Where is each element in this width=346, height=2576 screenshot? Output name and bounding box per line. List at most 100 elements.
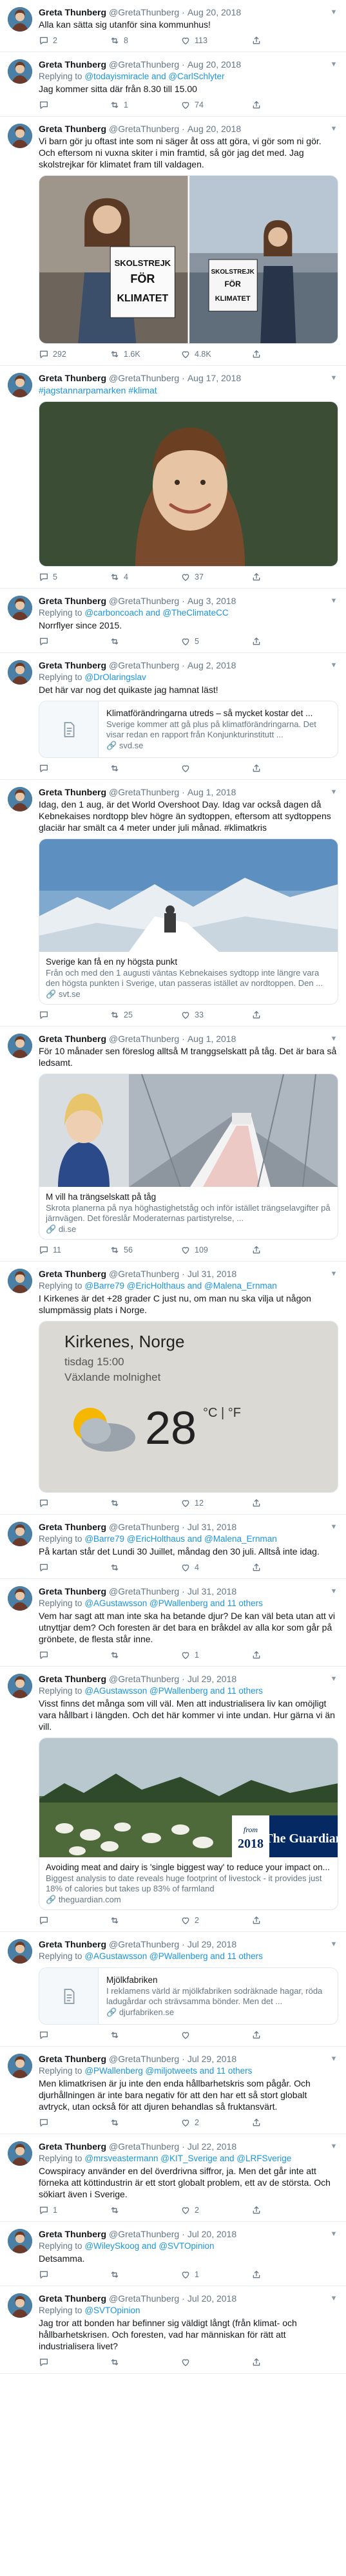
retweet-button[interactable] [110, 2117, 180, 2128]
like-button[interactable]: 2 [180, 2205, 251, 2215]
share-button[interactable] [251, 1915, 262, 1926]
retweet-button[interactable]: 4 [110, 572, 180, 582]
reply-mentions[interactable]: @Barre79 @EricHolthaus and @Malena_Ernma… [84, 1534, 277, 1544]
reply-button[interactable] [39, 2117, 110, 2128]
tweet[interactable]: Greta Thunberg @GretaThunberg · Aug 3, 2018… [0, 589, 346, 653]
chevron-down-icon[interactable]: ▼ [329, 786, 338, 798]
like-button[interactable]: 33 [180, 1010, 251, 1020]
retweet-button[interactable] [110, 636, 180, 647]
reply-mentions[interactable]: @carboncoach and @TheClimateCC [84, 608, 228, 618]
tweet[interactable]: Greta Thunberg @GretaThunberg · Jul 20, 201… [0, 2286, 346, 2374]
author-handle[interactable]: @GretaThunberg [109, 1521, 179, 1533]
tweet-date[interactable]: Aug 1, 2018 [187, 786, 236, 798]
avatar[interactable] [8, 2054, 32, 2078]
reply-mentions[interactable]: @AGustawsson @PWallenberg and 11 others [84, 1598, 263, 1608]
avatar[interactable] [8, 373, 32, 397]
retweet-button[interactable]: 56 [110, 1245, 180, 1255]
tweet-hashtags[interactable]: #jagstannarpamarken #klimat [39, 384, 338, 396]
link-card[interactable]: Sverige kan få en ny högsta punkt Från oc… [39, 838, 338, 1005]
share-button[interactable] [251, 2030, 262, 2040]
author-name[interactable]: Greta Thunberg [39, 59, 106, 70]
tweet[interactable]: Greta Thunberg @GretaThunberg · Aug 20, 201… [0, 0, 346, 52]
author-handle[interactable]: @GretaThunberg [109, 372, 179, 384]
like-button[interactable]: 109 [180, 1245, 251, 1255]
tweet-date[interactable]: Aug 20, 2018 [187, 6, 241, 18]
link-card[interactable]: from 2018 The Guardian Avoiding meat and d… [39, 1738, 338, 1910]
like-button[interactable]: 12 [180, 1498, 251, 1508]
tweet-date[interactable]: Jul 31, 2018 [187, 1586, 236, 1597]
reply-mentions[interactable]: @PWallenberg @miljotweets and 11 others [84, 2066, 252, 2076]
tweet-date[interactable]: Aug 20, 2018 [187, 123, 241, 135]
weather-screenshot[interactable]: Kirkenes, Norge tisdag 15:00 Växlande moln… [39, 1321, 338, 1493]
tweet[interactable]: Greta Thunberg @GretaThunberg · Aug 20, 201… [0, 117, 346, 366]
author-handle[interactable]: @GretaThunberg [109, 2053, 179, 2065]
author-name[interactable]: Greta Thunberg [39, 1268, 106, 1280]
avatar[interactable] [8, 2229, 32, 2253]
tweet-date[interactable]: Aug 3, 2018 [187, 595, 236, 607]
author-name[interactable]: Greta Thunberg [39, 786, 106, 798]
chevron-down-icon[interactable]: ▼ [329, 59, 338, 70]
like-button[interactable]: 4.8K [180, 349, 251, 359]
tweet[interactable]: Greta Thunberg @GretaThunberg · Jul 29, 201… [0, 1667, 346, 1932]
like-button[interactable]: 113 [180, 35, 251, 46]
tweet[interactable]: Greta Thunberg @GretaThunberg · Jul 29, 201… [0, 2047, 346, 2134]
like-button[interactable]: 1 [180, 1650, 251, 1660]
author-handle[interactable]: @GretaThunberg [109, 1673, 179, 1685]
author-handle[interactable]: @GretaThunberg [109, 659, 179, 671]
author-name[interactable]: Greta Thunberg [39, 2228, 106, 2240]
retweet-button[interactable] [110, 2269, 180, 2280]
avatar[interactable] [8, 1522, 32, 1546]
reply-button[interactable]: 5 [39, 572, 110, 582]
chevron-down-icon[interactable]: ▼ [329, 1586, 338, 1597]
avatar[interactable] [8, 787, 32, 811]
tweet-date[interactable]: Jul 31, 2018 [187, 1268, 236, 1280]
share-button[interactable] [251, 636, 262, 647]
author-name[interactable]: Greta Thunberg [39, 1673, 106, 1685]
reply-mentions[interactable]: @mrsveastermann @KIT_Sverige and @LRFSve… [84, 2154, 291, 2163]
tweet-date[interactable]: Jul 22, 2018 [187, 2141, 236, 2152]
share-button[interactable] [251, 763, 262, 773]
like-button[interactable]: 2 [180, 2117, 251, 2128]
share-button[interactable] [251, 35, 262, 46]
like-button[interactable]: 4 [180, 1562, 251, 1573]
tweet-date[interactable]: Jul 20, 2018 [187, 2293, 236, 2304]
share-button[interactable] [251, 349, 262, 359]
avatar[interactable] [8, 7, 32, 32]
tweet[interactable]: Greta Thunberg @GretaThunberg · Aug 17, 201… [0, 366, 346, 589]
tweet[interactable]: Greta Thunberg @GretaThunberg · Jul 20, 201… [0, 2222, 346, 2286]
reply-button[interactable] [39, 2030, 110, 2040]
tweet-date[interactable]: Jul 29, 2018 [187, 2053, 236, 2065]
tweet[interactable]: Greta Thunberg @GretaThunberg · Jul 22, 201… [0, 2134, 346, 2222]
reply-button[interactable]: 1 [39, 2205, 110, 2215]
chevron-down-icon[interactable]: ▼ [329, 372, 338, 384]
link-card[interactable]: M vill ha trängselskatt på tåg Skrota pla… [39, 1074, 338, 1240]
chevron-down-icon[interactable]: ▼ [329, 1033, 338, 1045]
photo-grid[interactable]: SKOLSTREJK FÖR KLIMATET SKOLSTREJK FÖR KLIMA… [39, 175, 338, 344]
author-handle[interactable]: @GretaThunberg [109, 59, 179, 70]
tweet[interactable]: Greta Thunberg @GretaThunberg · Aug 1, 2018… [0, 780, 346, 1027]
tweet[interactable]: Greta Thunberg @GretaThunberg · Jul 31, 201… [0, 1579, 346, 1667]
tweet-date[interactable]: Aug 1, 2018 [187, 1033, 236, 1045]
tweet-date[interactable]: Aug 20, 2018 [187, 59, 241, 70]
tweet[interactable]: Greta Thunberg @GretaThunberg · Jul 31, 201… [0, 1515, 346, 1579]
author-name[interactable]: Greta Thunberg [39, 372, 106, 384]
avatar[interactable] [8, 1939, 32, 1964]
author-handle[interactable]: @GretaThunberg [109, 1268, 179, 1280]
reply-button[interactable] [39, 2357, 110, 2367]
share-button[interactable] [251, 100, 262, 110]
photo[interactable]: SKOLSTREJK FÖR KLIMATET [39, 176, 188, 343]
share-button[interactable] [251, 1245, 262, 1255]
author-name[interactable]: Greta Thunberg [39, 1521, 106, 1533]
author-handle[interactable]: @GretaThunberg [109, 2293, 179, 2304]
like-button[interactable]: 37 [180, 572, 251, 582]
avatar[interactable] [8, 1586, 32, 1611]
retweet-button[interactable]: 8 [110, 35, 180, 46]
reply-mentions[interactable]: @AGustawsson @PWallenberg and 11 others [84, 1951, 263, 1961]
retweet-button[interactable] [110, 1915, 180, 1926]
author-name[interactable]: Greta Thunberg [39, 123, 106, 135]
reply-button[interactable] [39, 763, 110, 773]
chevron-down-icon[interactable]: ▼ [329, 2141, 338, 2152]
avatar[interactable] [8, 596, 32, 620]
reply-button[interactable] [39, 1650, 110, 1660]
chevron-down-icon[interactable]: ▼ [329, 659, 338, 671]
